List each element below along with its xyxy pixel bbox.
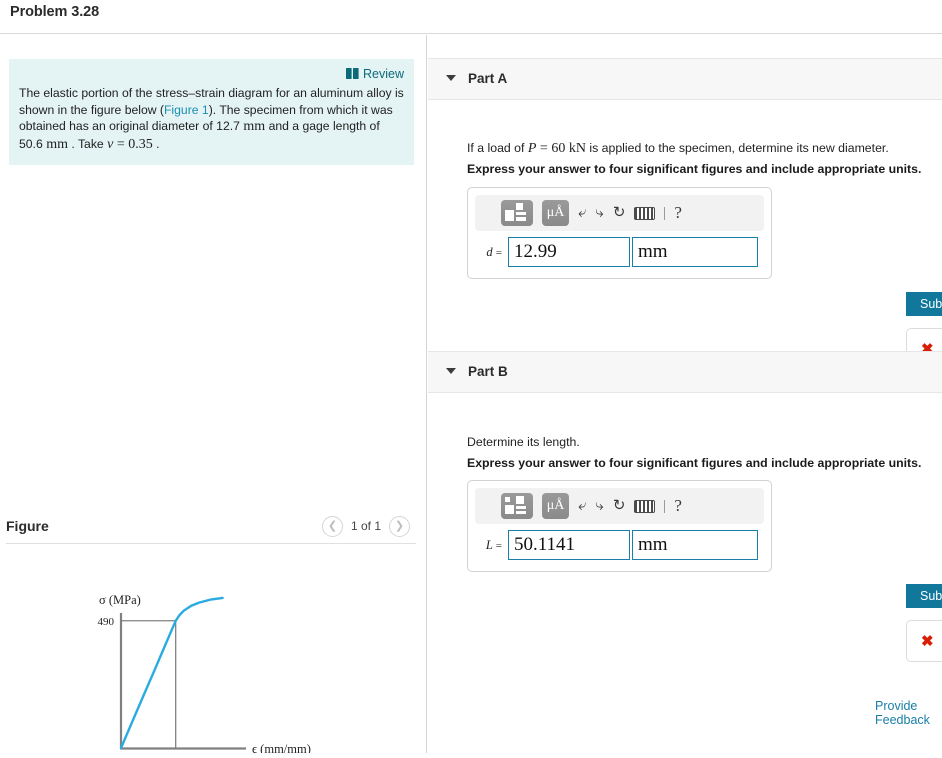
part-a-question-suffix: is applied to the specimen, determine it… xyxy=(585,141,889,155)
incorrect-x-icon: ✖ xyxy=(921,632,934,650)
poisson-value: 0.35 xyxy=(128,136,153,152)
part-b-title: Part B xyxy=(468,364,508,379)
part-a-answer-box: μÅ ⤶ ⤷ ↻ ? d = xyxy=(467,187,772,279)
part-a-load-unit: kN xyxy=(568,141,586,156)
figure-divider xyxy=(6,543,416,544)
part-b-variable-symbol: L xyxy=(485,537,493,552)
figure-label: Figure xyxy=(6,518,49,534)
poisson-equals: = xyxy=(116,136,125,152)
review-row: Review xyxy=(19,65,404,83)
part-a-submit-button[interactable]: Submit xyxy=(906,292,942,316)
part-b-field-row: L = xyxy=(468,524,771,569)
gage-unit: mm xyxy=(46,136,69,152)
left-panel: Review The elastic portion of the stress… xyxy=(0,35,427,758)
part-a-variable-equals: = xyxy=(495,246,502,259)
math-template-icon[interactable] xyxy=(501,493,533,519)
toolbar-divider xyxy=(664,499,666,513)
chevron-left-icon[interactable]: ❮ xyxy=(321,515,343,537)
figure-1-link[interactable]: Figure 1 xyxy=(164,103,209,117)
chart-y-tick-label: 490 xyxy=(98,616,115,628)
part-b-feedback-box: ✖ Incorrect; Try Again; 5 attempts remai… xyxy=(906,620,942,662)
part-a-question: If a load of P = 60 kN is applied to the… xyxy=(467,141,889,157)
part-b-toolbar: μÅ ⤶ ⤷ ↻ ? xyxy=(475,488,764,524)
redo-icon[interactable]: ⤷ xyxy=(595,204,603,222)
provide-feedback-link[interactable]: Provide Feedback xyxy=(875,699,942,727)
problem-statement-text: The elastic portion of the stress–strain… xyxy=(19,85,404,153)
part-a-toolbar: μÅ ⤶ ⤷ ↻ ? xyxy=(475,195,764,231)
chart-y-axis-label: σ (MPa) xyxy=(99,593,141,607)
reset-icon[interactable]: ↻ xyxy=(613,497,626,515)
undo-icon[interactable]: ⤶ xyxy=(578,497,586,515)
help-icon[interactable]: ? xyxy=(674,496,682,516)
figure-header: Figure ❮ 1 of 1 ❯ xyxy=(0,507,427,545)
micro-angstrom-units-icon[interactable]: μÅ xyxy=(542,200,569,226)
chart-x-axis-label: ϵ (mm/mm) xyxy=(252,742,311,753)
math-template-icon[interactable] xyxy=(501,200,533,226)
part-a-load-value: 60 xyxy=(551,141,566,156)
part-a-unit-input[interactable] xyxy=(632,237,758,267)
part-a-title: Part A xyxy=(468,71,508,86)
toolbar-divider xyxy=(664,206,666,220)
part-a-variable-symbol: d xyxy=(486,244,493,259)
book-icon xyxy=(346,66,359,84)
part-b-question: Determine its length. xyxy=(467,435,580,449)
part-b-value-input[interactable] xyxy=(508,530,630,560)
part-b-submit-button[interactable]: Submit xyxy=(906,584,942,608)
reset-icon[interactable]: ↻ xyxy=(613,204,626,222)
figure-counter: 1 of 1 xyxy=(350,519,381,533)
problem-statement-box: Review The elastic portion of the stress… xyxy=(9,59,414,166)
part-a-header[interactable]: Part A xyxy=(428,58,942,100)
caret-down-icon[interactable] xyxy=(446,75,456,81)
statement-text-part4: . Take xyxy=(68,136,108,151)
diameter-value: 12.7 xyxy=(216,119,240,134)
part-a-question-prefix: If a load of xyxy=(467,141,528,155)
part-b-variable-label: L = xyxy=(476,538,502,553)
review-label: Review xyxy=(363,67,404,81)
review-link[interactable]: Review xyxy=(346,67,404,81)
part-a-instruction: Express your answer to four significant … xyxy=(467,162,922,176)
gage-value: 50.6 xyxy=(19,136,43,151)
part-a-load-equals: = xyxy=(539,141,548,156)
part-b-unit-input[interactable] xyxy=(632,530,758,560)
part-b-answer-box: μÅ ⤶ ⤷ ↻ ? L = xyxy=(467,480,772,572)
main-frame: Review The elastic portion of the stress… xyxy=(0,35,942,758)
part-a-field-row: d = xyxy=(468,231,771,276)
stress-strain-chart[interactable]: 490 0.007 σ (MPa) ϵ (mm/mm) xyxy=(0,547,427,758)
diameter-unit: mm xyxy=(243,119,266,135)
keyboard-icon[interactable] xyxy=(634,499,656,513)
part-b-instruction: Express your answer to four significant … xyxy=(467,456,922,470)
figure-navigation: ❮ 1 of 1 ❯ xyxy=(321,514,410,538)
part-a-submit-row: Submit Previous Answers Request Answer xyxy=(906,292,942,316)
redo-icon[interactable]: ⤷ xyxy=(595,497,603,515)
part-b-header[interactable]: Part B xyxy=(428,351,942,393)
top-header-bar: Problem 3.28 xyxy=(0,0,942,34)
part-a-variable-label: d = xyxy=(476,245,502,260)
undo-icon[interactable]: ⤶ xyxy=(578,204,586,222)
caret-down-icon[interactable] xyxy=(446,368,456,374)
part-b-variable-equals: = xyxy=(495,539,502,552)
part-b-submit-row: Submit Previous Answers Request Answer xyxy=(906,584,942,608)
help-icon[interactable]: ? xyxy=(674,203,682,223)
page-title: Problem 3.28 xyxy=(10,4,100,20)
part-a-value-input[interactable] xyxy=(508,237,630,267)
chevron-right-icon[interactable]: ❯ xyxy=(389,515,410,537)
statement-text-part3: and a gage length of xyxy=(265,119,380,134)
right-panel: Part A If a load of P = 60 kN is applied… xyxy=(428,35,942,753)
statement-text-part5: . xyxy=(152,136,160,151)
keyboard-icon[interactable] xyxy=(634,206,656,220)
micro-angstrom-units-icon[interactable]: μÅ xyxy=(542,493,569,519)
